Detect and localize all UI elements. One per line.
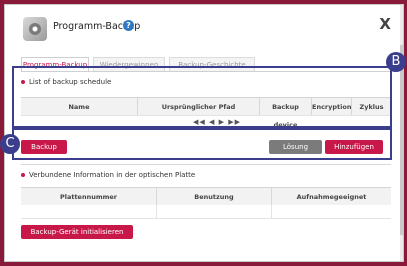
annotation-box-c [12, 128, 392, 160]
scrollbar[interactable] [400, 5, 403, 261]
table-cell-divider [271, 205, 272, 219]
backup-app-icon [23, 17, 47, 41]
column-recordable[interactable]: Aufnahmegeeignet [271, 188, 391, 206]
optical-heading-text: Verbundene Information in der optischen … [29, 171, 196, 179]
scrollbar-thumb[interactable] [400, 45, 403, 235]
section-separator [21, 164, 391, 165]
annotation-box-b [12, 66, 392, 128]
close-icon[interactable]: X [379, 15, 391, 33]
annotation-badge-b: B [386, 52, 406, 72]
table-cell-divider [156, 205, 157, 219]
optical-table-row [21, 205, 391, 219]
optical-table-header: Plattennummer Benutzung Aufnahmegeeignet [21, 187, 391, 206]
optical-heading: Verbundene Information in der optischen … [21, 171, 195, 179]
column-disc-number[interactable]: Plattennummer [21, 188, 156, 206]
init-backup-device-button[interactable]: Backup-Gerät initialisieren [21, 225, 133, 239]
page: Programm-Backup ? X Programm-Backup Wied… [0, 0, 407, 266]
title-bar: Programm-Backup ? X [5, 5, 403, 47]
help-icon[interactable]: ? [123, 20, 134, 31]
annotation-badge-c: C [0, 134, 20, 154]
bullet-icon [21, 173, 25, 177]
column-usage[interactable]: Benutzung [156, 188, 271, 206]
